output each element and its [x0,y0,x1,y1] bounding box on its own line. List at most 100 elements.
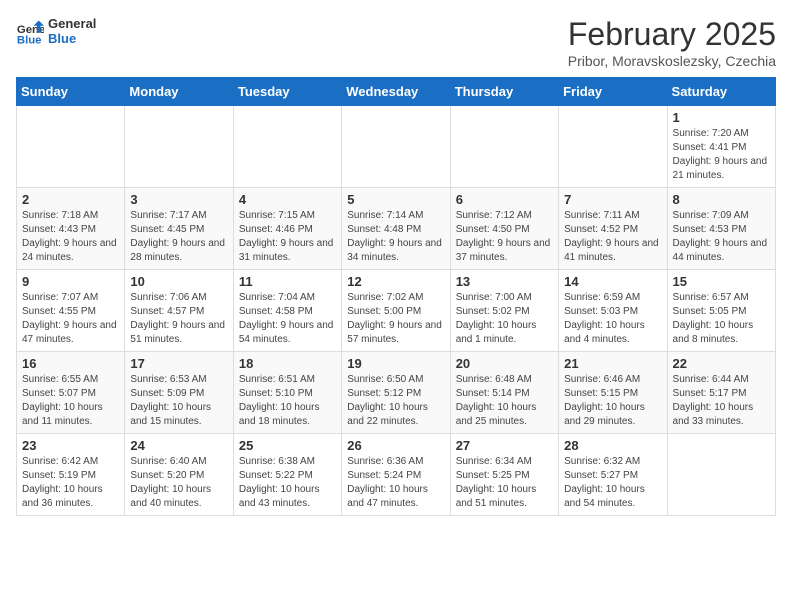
day-number: 18 [239,356,336,371]
day-info: Sunrise: 7:11 AM Sunset: 4:52 PM Dayligh… [564,209,661,265]
day-info: Sunrise: 7:06 AM Sunset: 4:57 PM Dayligh… [130,291,227,347]
calendar-cell: 3Sunrise: 7:17 AM Sunset: 4:45 PM Daylig… [125,188,233,270]
calendar-cell: 18 Sunrise: 6:51 AM Sunset: 5:10 PM Dayli… [233,352,341,434]
day-number: 14 [564,274,661,289]
calendar-cell: 10 Sunrise: 7:06 AM Sunset: 4:57 PM Dayli… [125,270,233,352]
day-number: 17 [130,356,227,371]
day-number: 27 [456,438,553,453]
day-info: Sunrise: 6:48 AM Sunset: 5:14 PM Dayligh… [456,373,553,429]
calendar-cell: 5Sunrise: 7:14 AM Sunset: 4:48 PM Daylig… [342,188,450,270]
day-info: Sunrise: 7:02 AM Sunset: 5:00 PM Dayligh… [347,291,444,347]
calendar-week-1: 1 Sunrise: 7:20 AM Sunset: 4:41 PM Daylig… [17,106,776,188]
day-info: Sunrise: 6:34 AM Sunset: 5:25 PM Dayligh… [456,455,553,511]
calendar-cell: 27 Sunrise: 6:34 AM Sunset: 5:25 PM Dayli… [450,434,558,516]
title-block: February 2025 Pribor, Moravskoslezsky, C… [568,16,776,69]
day-number: 13 [456,274,553,289]
day-number: 20 [456,356,553,371]
svg-text:Blue: Blue [17,34,42,45]
day-info: Sunrise: 6:46 AM Sunset: 5:15 PM Dayligh… [564,373,661,429]
calendar-cell: 22 Sunrise: 6:44 AM Sunset: 5:17 PM Dayli… [667,352,775,434]
day-number: 19 [347,356,444,371]
calendar-cell: 17 Sunrise: 6:53 AM Sunset: 5:09 PM Dayli… [125,352,233,434]
page-subtitle: Pribor, Moravskoslezsky, Czechia [568,53,776,69]
calendar-cell: 16 Sunrise: 6:55 AM Sunset: 5:07 PM Dayli… [17,352,125,434]
calendar-cell: 8 Sunrise: 7:09 AM Sunset: 4:53 PM Daylig… [667,188,775,270]
day-info: Sunrise: 7:09 AM Sunset: 4:53 PM Dayligh… [673,209,770,265]
day-header-wednesday: Wednesday [342,78,450,106]
day-info: Sunrise: 6:40 AM Sunset: 5:20 PM Dayligh… [130,455,227,511]
calendar-week-2: 2Sunrise: 7:18 AM Sunset: 4:43 PM Daylig… [17,188,776,270]
calendar-cell: 24 Sunrise: 6:40 AM Sunset: 5:20 PM Dayli… [125,434,233,516]
page-title: February 2025 [568,16,776,53]
day-number: 16 [22,356,119,371]
day-number: 1 [673,110,770,125]
day-info: Sunrise: 6:50 AM Sunset: 5:12 PM Dayligh… [347,373,444,429]
day-number: 22 [673,356,770,371]
day-header-monday: Monday [125,78,233,106]
calendar-cell: 2Sunrise: 7:18 AM Sunset: 4:43 PM Daylig… [17,188,125,270]
calendar-cell: 25 Sunrise: 6:38 AM Sunset: 5:22 PM Dayli… [233,434,341,516]
calendar-cell: 6 Sunrise: 7:12 AM Sunset: 4:50 PM Daylig… [450,188,558,270]
day-number: 28 [564,438,661,453]
calendar-cell: 20 Sunrise: 6:48 AM Sunset: 5:14 PM Dayli… [450,352,558,434]
day-info: Sunrise: 7:12 AM Sunset: 4:50 PM Dayligh… [456,209,553,265]
day-header-saturday: Saturday [667,78,775,106]
calendar-cell [450,106,558,188]
day-number: 15 [673,274,770,289]
day-number: 9 [22,274,119,289]
calendar-cell [667,434,775,516]
logo-icon: General Blue [16,17,44,45]
day-number: 6 [456,192,553,207]
day-header-tuesday: Tuesday [233,78,341,106]
calendar-cell [125,106,233,188]
day-info: Sunrise: 6:38 AM Sunset: 5:22 PM Dayligh… [239,455,336,511]
day-number: 2 [22,192,119,207]
calendar-header-row: SundayMondayTuesdayWednesdayThursdayFrid… [17,78,776,106]
day-info: Sunrise: 6:57 AM Sunset: 5:05 PM Dayligh… [673,291,770,347]
page-header: General Blue General Blue February 2025 … [16,16,776,69]
day-info: Sunrise: 7:20 AM Sunset: 4:41 PM Dayligh… [673,127,770,183]
day-info: Sunrise: 6:44 AM Sunset: 5:17 PM Dayligh… [673,373,770,429]
day-number: 25 [239,438,336,453]
day-number: 24 [130,438,227,453]
day-header-friday: Friday [559,78,667,106]
logo: General Blue General Blue [16,16,96,46]
calendar-cell: 11Sunrise: 7:04 AM Sunset: 4:58 PM Dayli… [233,270,341,352]
day-info: Sunrise: 7:07 AM Sunset: 4:55 PM Dayligh… [22,291,119,347]
calendar-week-4: 16 Sunrise: 6:55 AM Sunset: 5:07 PM Dayli… [17,352,776,434]
day-number: 5 [347,192,444,207]
day-info: Sunrise: 6:55 AM Sunset: 5:07 PM Dayligh… [22,373,119,429]
calendar-week-5: 23Sunrise: 6:42 AM Sunset: 5:19 PM Dayli… [17,434,776,516]
day-info: Sunrise: 6:53 AM Sunset: 5:09 PM Dayligh… [130,373,227,429]
calendar-cell: 26Sunrise: 6:36 AM Sunset: 5:24 PM Dayli… [342,434,450,516]
calendar-cell [233,106,341,188]
calendar-cell: 23Sunrise: 6:42 AM Sunset: 5:19 PM Dayli… [17,434,125,516]
calendar-cell: 12 Sunrise: 7:02 AM Sunset: 5:00 PM Dayli… [342,270,450,352]
day-info: Sunrise: 6:59 AM Sunset: 5:03 PM Dayligh… [564,291,661,347]
logo-text-general: General [48,16,96,31]
calendar-cell [559,106,667,188]
day-info: Sunrise: 7:00 AM Sunset: 5:02 PM Dayligh… [456,291,553,347]
calendar-cell: 1 Sunrise: 7:20 AM Sunset: 4:41 PM Daylig… [667,106,775,188]
day-info: Sunrise: 6:32 AM Sunset: 5:27 PM Dayligh… [564,455,661,511]
day-number: 12 [347,274,444,289]
calendar-cell: 15 Sunrise: 6:57 AM Sunset: 5:05 PM Dayli… [667,270,775,352]
day-header-sunday: Sunday [17,78,125,106]
calendar-cell: 14 Sunrise: 6:59 AM Sunset: 5:03 PM Dayli… [559,270,667,352]
calendar-week-3: 9 Sunrise: 7:07 AM Sunset: 4:55 PM Daylig… [17,270,776,352]
calendar-cell: 4 Sunrise: 7:15 AM Sunset: 4:46 PM Daylig… [233,188,341,270]
day-info: Sunrise: 7:15 AM Sunset: 4:46 PM Dayligh… [239,209,336,265]
calendar-cell [342,106,450,188]
day-number: 8 [673,192,770,207]
calendar-cell: 7 Sunrise: 7:11 AM Sunset: 4:52 PM Daylig… [559,188,667,270]
day-header-thursday: Thursday [450,78,558,106]
day-number: 7 [564,192,661,207]
day-number: 10 [130,274,227,289]
day-info: Sunrise: 6:42 AM Sunset: 5:19 PM Dayligh… [22,455,119,511]
calendar-cell: 19 Sunrise: 6:50 AM Sunset: 5:12 PM Dayli… [342,352,450,434]
day-number: 4 [239,192,336,207]
day-info: Sunrise: 7:17 AM Sunset: 4:45 PM Dayligh… [130,209,227,265]
calendar-cell [17,106,125,188]
logo-text-blue: Blue [48,31,96,46]
day-info: Sunrise: 6:51 AM Sunset: 5:10 PM Dayligh… [239,373,336,429]
